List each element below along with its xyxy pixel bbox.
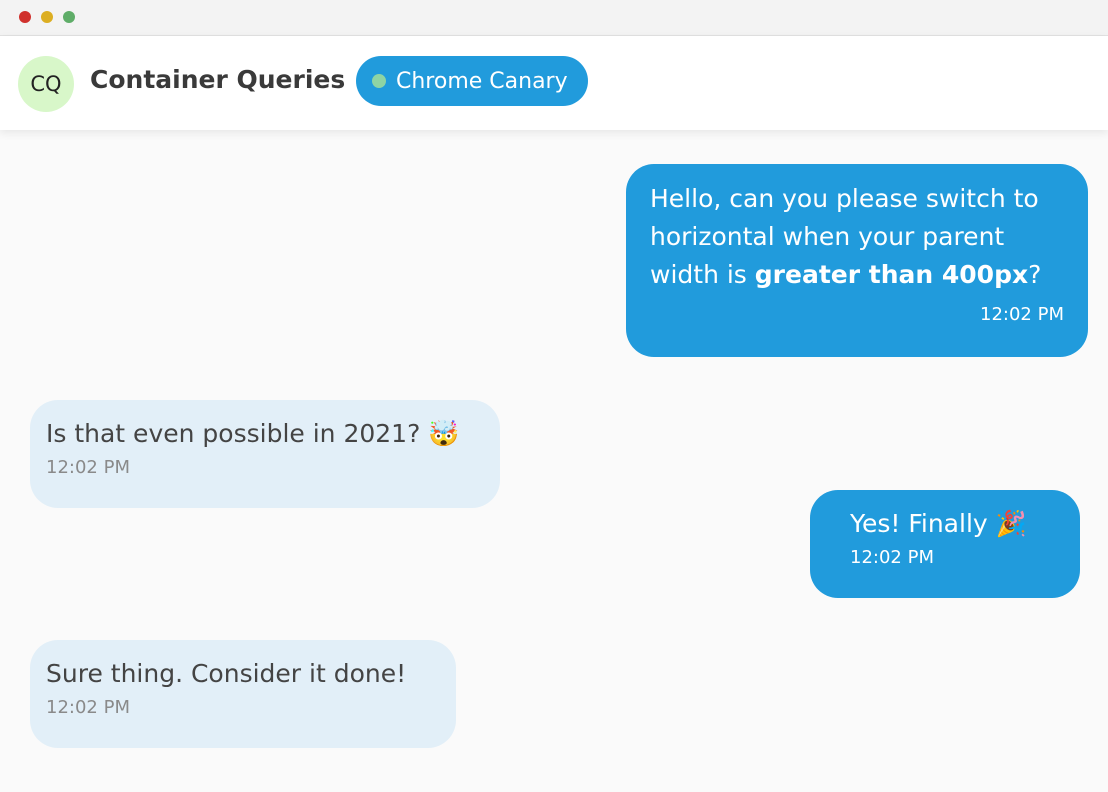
message-bubble-incoming[interactable]: Is that even possible in 2021? 🤯 12:02 P… (30, 400, 500, 508)
message-timestamp: 12:02 PM (980, 304, 1064, 325)
close-window-button[interactable] (19, 11, 31, 23)
message-bubble-outgoing[interactable]: Yes! Finally 🎉 12:02 PM (810, 490, 1080, 598)
window-titlebar (0, 0, 1108, 36)
message-text: Hello, can you please switch to horizont… (650, 184, 1042, 289)
chat-header: CQ Container Queries Chrome Canary (0, 36, 1108, 130)
browser-badge-label: Chrome Canary (396, 68, 568, 94)
browser-badge[interactable]: Chrome Canary (356, 56, 588, 106)
message-text-bold: greater than 400px (754, 260, 1029, 289)
message-text: Is that even possible in 2021? 🤯 (46, 419, 460, 448)
message-timestamp: 12:02 PM (46, 697, 130, 718)
message-bubble-incoming[interactable]: Sure thing. Consider it done! 12:02 PM (30, 640, 456, 748)
chat-title: Container Queries (90, 65, 346, 94)
message-text: Yes! Finally 🎉 (850, 509, 1027, 538)
avatar[interactable]: CQ (18, 56, 74, 112)
message-timestamp: 12:02 PM (46, 457, 130, 478)
message-timestamp: 12:02 PM (850, 547, 934, 568)
message-bubble-outgoing[interactable]: Hello, can you please switch to horizont… (626, 164, 1088, 357)
maximize-window-button[interactable] (63, 11, 75, 23)
message-text: Sure thing. Consider it done! (46, 659, 407, 688)
status-dot-icon (372, 74, 386, 88)
minimize-window-button[interactable] (41, 11, 53, 23)
